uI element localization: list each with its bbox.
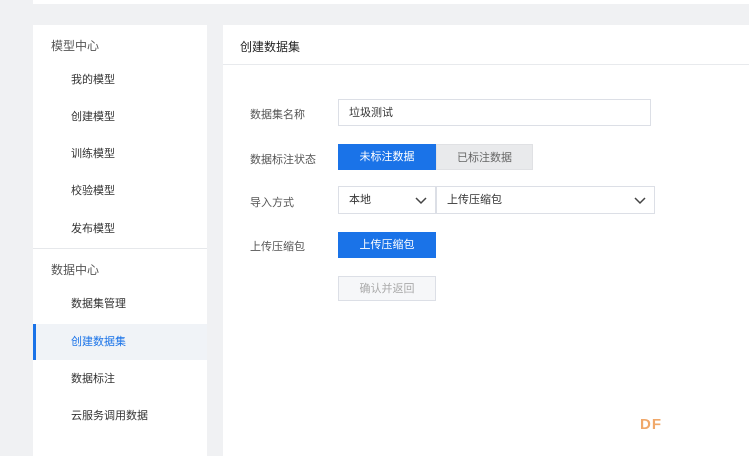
import-source-select[interactable]: 本地 <box>338 186 436 214</box>
sidebar-item-cloud-service-data[interactable]: 云服务调用数据 <box>33 398 207 434</box>
sidebar-item-data-annotation[interactable]: 数据标注 <box>33 361 207 397</box>
import-method-label: 导入方式 <box>250 196 294 209</box>
annotation-status-label: 数据标注状态 <box>250 153 316 166</box>
dataset-name-input[interactable]: 垃圾测试 <box>338 99 651 126</box>
import-type-select[interactable]: 上传压缩包 <box>436 186 655 214</box>
dataset-name-label: 数据集名称 <box>250 108 305 121</box>
upload-archive-label: 上传压缩包 <box>250 240 305 253</box>
main-panel: 创建数据集 数据集名称 垃圾测试 数据标注状态 未标注数据 已标注数据 导入方式… <box>223 25 749 456</box>
upload-archive-button[interactable]: 上传压缩包 <box>338 232 436 258</box>
chevron-down-icon <box>634 197 646 205</box>
sidebar-item-create-dataset[interactable]: 创建数据集 <box>33 324 207 360</box>
import-type-value: 上传压缩包 <box>447 193 502 206</box>
top-bar <box>33 0 749 4</box>
main-header: 创建数据集 <box>223 25 749 65</box>
status-annotated-button[interactable]: 已标注数据 <box>436 144 533 170</box>
sidebar-item-validate-model[interactable]: 校验模型 <box>33 173 207 209</box>
sidebar: 模型中心 我的模型 创建模型 训练模型 校验模型 发布模型 数据中心 数据集管理… <box>33 25 207 456</box>
sidebar-item-create-model[interactable]: 创建模型 <box>33 99 207 135</box>
sidebar-item-publish-model[interactable]: 发布模型 <box>33 211 207 247</box>
sidebar-item-train-model[interactable]: 训练模型 <box>33 136 207 172</box>
chevron-down-icon <box>415 197 427 205</box>
sidebar-group-title-model: 模型中心 <box>51 39 100 53</box>
page-title: 创建数据集 <box>240 40 301 54</box>
sidebar-item-my-models[interactable]: 我的模型 <box>33 62 207 98</box>
import-source-value: 本地 <box>349 193 371 206</box>
sidebar-item-dataset-management[interactable]: 数据集管理 <box>33 286 207 322</box>
confirm-and-return-button[interactable]: 确认并返回 <box>338 276 436 301</box>
sidebar-divider <box>33 248 207 249</box>
status-unannotated-button[interactable]: 未标注数据 <box>338 144 436 170</box>
sidebar-group-title-data: 数据中心 <box>51 263 100 277</box>
watermark-logo: DF <box>640 416 662 433</box>
